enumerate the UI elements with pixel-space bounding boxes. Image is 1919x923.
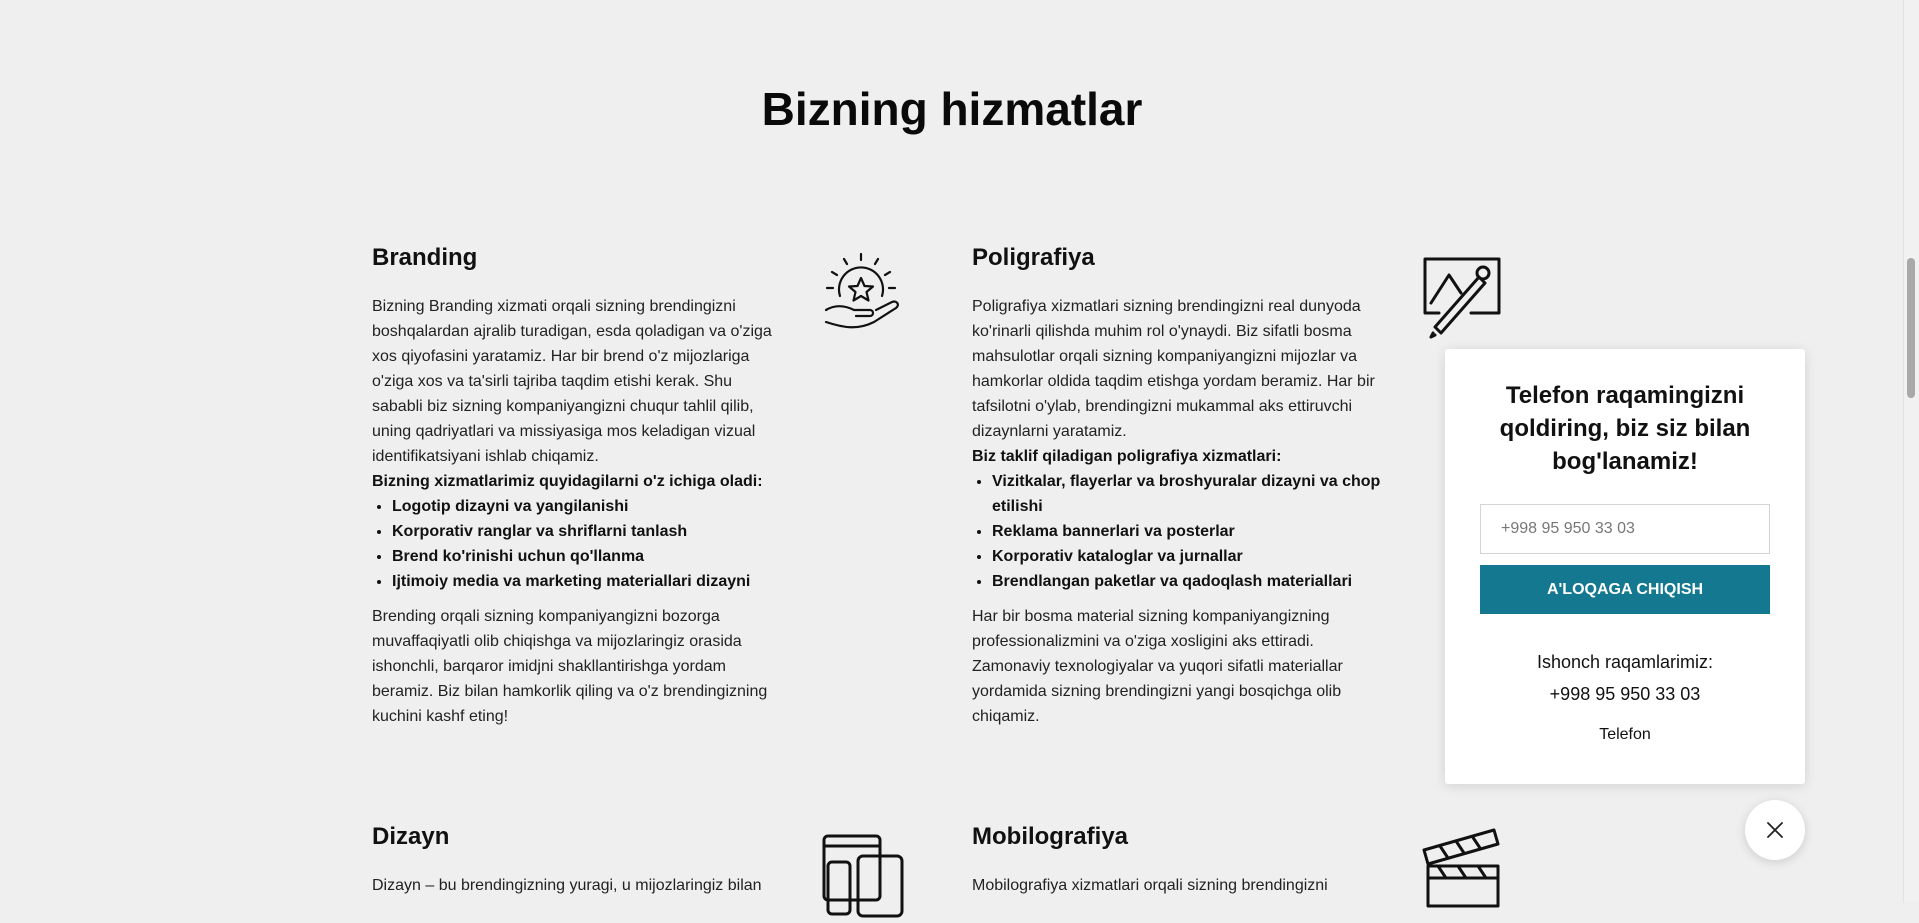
page-scrollbar[interactable] <box>1903 0 1919 903</box>
phone-input[interactable] <box>1480 504 1770 554</box>
service-list: Logotip dizayni va yangilanishi Korporat… <box>372 494 782 594</box>
service-card-poligrafiya: Poligrafiya Poligrafiya xizmatlari sizni… <box>972 243 1382 729</box>
service-title: Mobilografiya <box>972 823 1129 850</box>
service-list: Vizitkalar, flayerlar va broshyuralar di… <box>972 469 1382 594</box>
phone-link[interactable]: Telefon <box>1445 726 1805 744</box>
service-intro: Bizning Branding xizmati orqali sizning … <box>372 298 772 465</box>
clapperboard-icon <box>1418 822 1504 908</box>
service-title: Dizayn <box>372 823 450 850</box>
star-hand-icon <box>818 248 904 334</box>
contact-submit-button[interactable]: A'LOQAGA CHIQISH <box>1480 565 1770 614</box>
section-title: Bizning hizmatlar <box>761 83 1143 135</box>
service-list-title: Bizning xizmatlarimiz quyidagilarni o'z … <box>372 473 763 490</box>
service-intro: Mobilografiya xizmatlari orqali sizning … <box>972 877 1328 894</box>
list-item: Brend ko'rinishi uchun qo'llanma <box>392 544 782 569</box>
service-intro: Dizayn – bu brendingizning yuragi, u mij… <box>372 877 762 894</box>
service-title: Poligrafiya <box>972 244 1095 271</box>
service-outro: Har bir bosma material sizning kompaniya… <box>972 608 1343 725</box>
callback-popup: Telefon raqamingizni qoldiring, biz siz … <box>1445 349 1805 784</box>
list-item: Reklama bannerlari va posterlar <box>992 519 1382 544</box>
service-list-title: Biz taklif qiladigan poligrafiya xizmatl… <box>972 448 1282 465</box>
service-intro: Poligrafiya xizmatlari sizning brendingi… <box>972 298 1375 440</box>
service-title: Branding <box>372 244 478 271</box>
trust-numbers: Ishonch raqamlarimiz: +998 95 950 33 03 <box>1445 646 1805 710</box>
trust-number[interactable]: +998 95 950 33 03 <box>1445 678 1805 710</box>
trust-label: Ishonch raqamlarimiz: <box>1536 652 1714 672</box>
list-item: Logotip dizayni va yangilanishi <box>392 494 782 519</box>
close-popup-button[interactable] <box>1745 800 1805 860</box>
service-card-dizayn: Dizayn Dizayn – bu brendingizning yuragi… <box>372 822 782 898</box>
service-card-branding: Branding Bizning Branding xizmati orqali… <box>372 243 782 729</box>
service-card-mobilografiya: Mobilografiya Mobilografiya xizmatlari o… <box>972 822 1382 898</box>
popup-title: Telefon raqamingizni qoldiring, biz siz … <box>1499 382 1751 475</box>
devices-icon <box>820 832 906 918</box>
service-outro: Brending orqali sizning kompaniyangizni … <box>372 608 768 725</box>
list-item: Vizitkalar, flayerlar va broshyuralar di… <box>992 469 1382 519</box>
scrollbar-thumb[interactable] <box>1907 258 1915 398</box>
close-icon <box>1767 822 1783 838</box>
image-pencil-icon <box>1419 253 1505 339</box>
list-item: Ijtimoiy media va marketing materiallari… <box>392 569 782 594</box>
list-item: Korporativ kataloglar va jurnallar <box>992 544 1382 569</box>
list-item: Korporativ ranglar va shriflarni tanlash <box>392 519 782 544</box>
list-item: Brendlangan paketlar va qadoqlash materi… <box>992 569 1382 594</box>
